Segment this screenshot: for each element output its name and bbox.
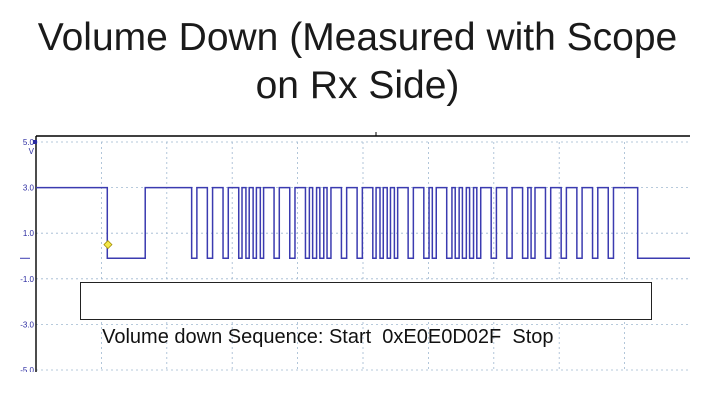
- sequence-caption-box: Volume down Sequence: Start 0xE0E0D02F S…: [80, 282, 652, 348]
- title-line-1: Volume Down (Measured with Scope: [37, 16, 678, 59]
- y-tick-label: -1.0: [20, 275, 34, 284]
- sequence-caption: Volume down Sequence: Start 0xE0E0D02F S…: [102, 326, 554, 348]
- slide-title: Volume Down (Measured with Scope on Rx S…: [0, 14, 715, 110]
- y-unit-label: V: [29, 147, 35, 156]
- y-tick-label: -5.0: [20, 366, 34, 372]
- y-tick-label: 1.0: [23, 229, 35, 238]
- y-tick-label: 5.0: [23, 138, 35, 147]
- y-tick-label: 3.0: [23, 184, 35, 193]
- y-tick-label: -3.0: [20, 320, 34, 329]
- title-line-2: on Rx Side): [255, 64, 460, 107]
